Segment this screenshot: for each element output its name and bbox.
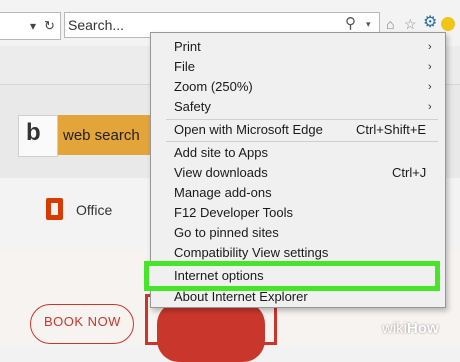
menu-item-f12-developer-tools[interactable]: F12 Developer Tools (174, 205, 293, 221)
submenu-arrow-icon: › (428, 61, 432, 73)
tools-gear-icon[interactable]: ⚙ (423, 15, 437, 31)
menu-item-view-downloads[interactable]: View downloads (174, 165, 268, 181)
menu-item-internet-options[interactable]: Internet options (174, 268, 264, 284)
submenu-arrow-icon: › (428, 81, 432, 93)
address-bar[interactable]: ▾ ↻ (0, 12, 61, 40)
menu-separator (166, 141, 438, 142)
favorites-star-icon[interactable]: ☆ (404, 17, 417, 31)
menu-item-go-to-pinned-sites[interactable]: Go to pinned sites (174, 225, 279, 241)
office-logo-inner (51, 203, 58, 215)
shortcut-view-downloads: Ctrl+J (392, 165, 427, 180)
wikihow-watermark: wikiHow (382, 320, 439, 337)
menu-item-safety[interactable]: Safety (174, 99, 211, 115)
watermark-prefix: wiki (382, 320, 407, 337)
search-icon[interactable]: ⚲ (345, 14, 356, 32)
menu-item-about-internet-explorer[interactable]: About Internet Explorer (174, 289, 308, 305)
book-now-label: BOOK NOW (44, 314, 121, 329)
bing-logo-icon: b (26, 119, 41, 146)
search-input[interactable]: Search... (68, 17, 124, 33)
address-dropdown-icon[interactable]: ▾ (30, 13, 36, 39)
menu-item-file[interactable]: File (174, 59, 195, 75)
home-icon[interactable]: ⌂ (386, 17, 394, 31)
menu-item-compatibility-view-settings[interactable]: Compatibility View settings (174, 245, 328, 261)
submenu-arrow-icon: › (428, 101, 432, 113)
menu-item-print[interactable]: Print (174, 39, 201, 55)
menu-item-manage-add-ons[interactable]: Manage add-ons (174, 185, 272, 201)
web-search-label: web search (63, 127, 140, 144)
watermark-suffix: How (407, 320, 439, 337)
menu-item-open-with-edge[interactable]: Open with Microsoft Edge (174, 122, 323, 138)
shortcut-open-with-edge: Ctrl+Shift+E (356, 122, 427, 137)
menu-item-zoom[interactable]: Zoom (250%) (174, 79, 253, 95)
feedback-smiley-icon[interactable] (441, 17, 455, 31)
search-dropdown-icon[interactable]: ▾ (366, 19, 371, 30)
submenu-arrow-icon: › (428, 41, 432, 53)
red-app-tile[interactable] (157, 302, 265, 362)
refresh-icon[interactable]: ↻ (44, 13, 55, 39)
office-link[interactable]: Office (76, 202, 112, 218)
menu-item-add-site-to-apps[interactable]: Add site to Apps (174, 145, 268, 161)
menu-separator (166, 119, 438, 120)
